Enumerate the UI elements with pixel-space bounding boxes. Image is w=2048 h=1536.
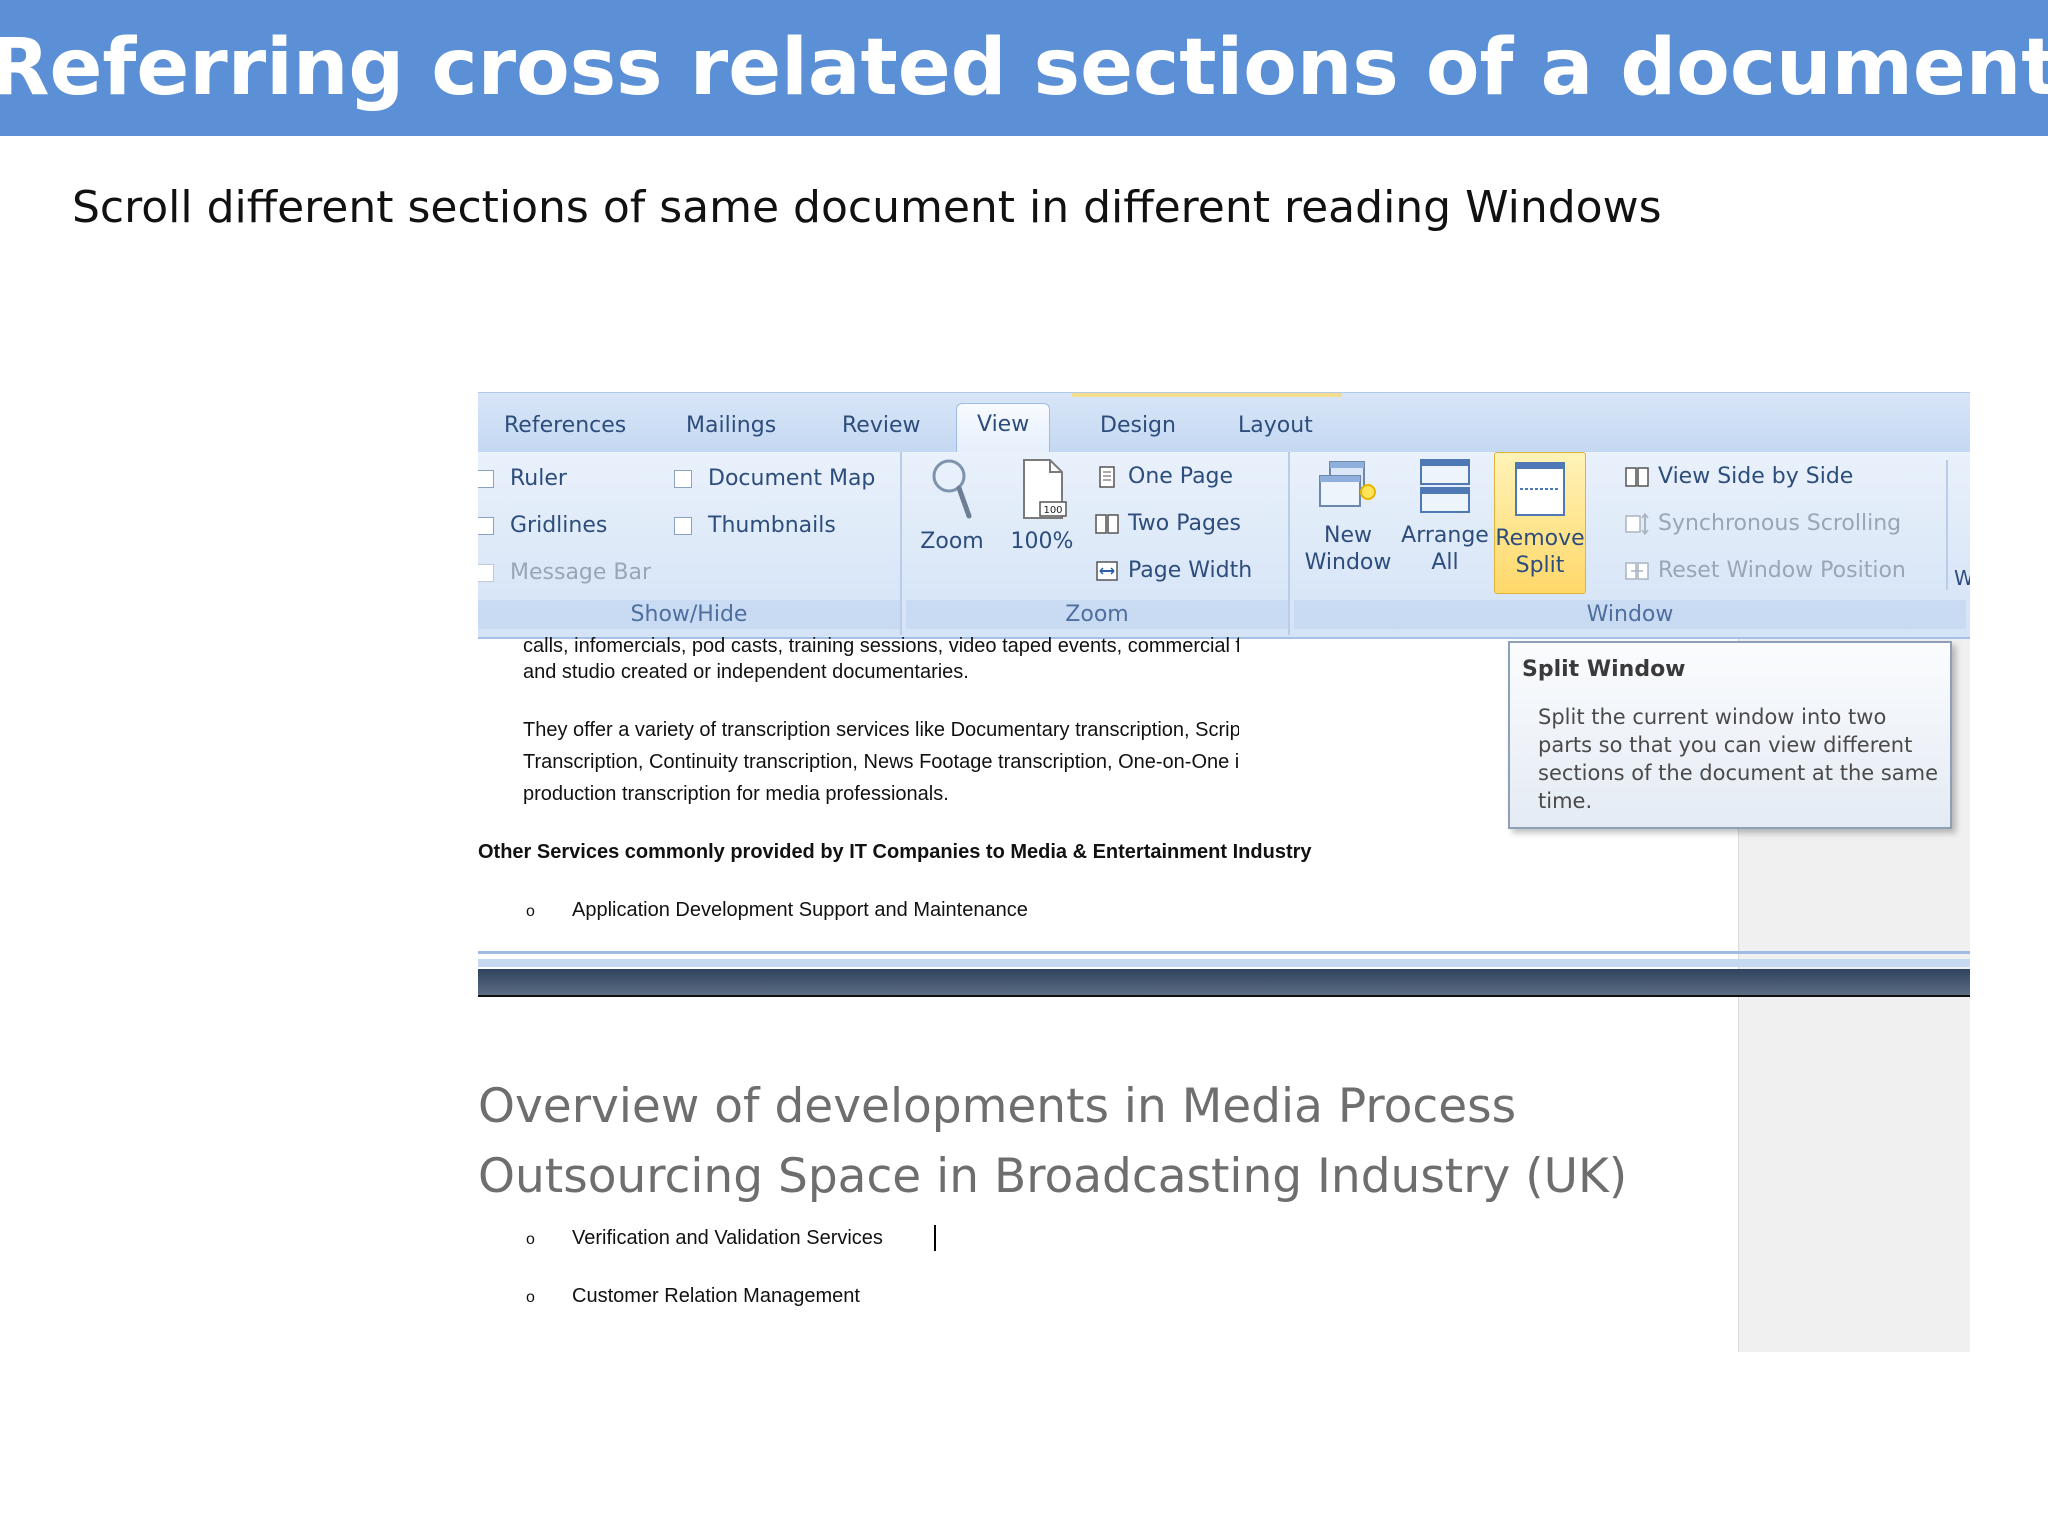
sync-scroll-icon: [1624, 512, 1650, 536]
side-by-side-icon: [1624, 465, 1650, 489]
new-window-icon: [1319, 461, 1376, 507]
page-width-icon: [1094, 559, 1120, 583]
document-map-label: Document Map: [708, 466, 876, 491]
new-window-label-2: Window: [1304, 550, 1392, 575]
two-pages-icon: [1094, 512, 1120, 536]
tooltip-body: Split the current window into two parts …: [1538, 705, 1939, 813]
reset-window-position-button[interactable]: Reset Window Position: [1624, 558, 1906, 583]
new-window-label-1: New: [1324, 523, 1372, 548]
two-pages-button[interactable]: Two Pages: [1094, 511, 1241, 536]
remove-split-label-1: Remove: [1495, 526, 1585, 551]
bullet-marker: o: [526, 1289, 535, 1306]
group-window: New Window Arrange All Remove Split View…: [1294, 452, 1970, 635]
checkbox-icon: [478, 469, 494, 488]
ruler-label: Ruler: [510, 466, 567, 491]
one-page-icon: [1094, 465, 1120, 489]
slide-subtitle: Scroll different sections of same docume…: [72, 182, 1662, 233]
synchronous-scrolling-label: Synchronous Scrolling: [1658, 511, 1902, 536]
message-bar-label: Message Bar: [510, 560, 652, 585]
tooltip-title: Split Window: [1522, 657, 1686, 682]
bullet-marker: o: [526, 1231, 535, 1248]
split-window-tooltip: Split Window Split the current window in…: [1508, 641, 1952, 829]
tab-mailings[interactable]: Mailings: [686, 413, 776, 438]
doc-heading-line-2: Outsourcing Space in Broadcasting Indust…: [478, 1149, 1628, 1204]
checkbox-icon: [674, 516, 692, 535]
doc-line-1: calls, infomercials, pod casts, training…: [523, 635, 1239, 657]
ribbon-tab-bar: References Mailings Review View Design L…: [478, 392, 1970, 453]
synchronous-scrolling-button[interactable]: Synchronous Scrolling: [1624, 511, 1901, 536]
bullet-marker: o: [526, 903, 535, 920]
list-item-app-dev: Application Development Support and Main…: [572, 899, 1028, 921]
show-hide-group-label: Show/Hide: [478, 600, 900, 629]
gridlines-label: Gridlines: [510, 513, 608, 538]
zoom-100-label: 100%: [1010, 529, 1074, 554]
checkbox-icon: [478, 563, 494, 582]
window-group-divider: [1946, 460, 1948, 590]
page-width-button[interactable]: Page Width: [1094, 558, 1252, 583]
magnifier-icon: [932, 459, 972, 519]
doc-bold-heading: Other Services commonly provided by IT C…: [478, 841, 1312, 863]
split-bar-light[interactable]: [478, 959, 1970, 967]
zoom-100-button[interactable]: 100 100%: [1006, 456, 1078, 555]
slide-title: Referring cross related sections of a do…: [0, 23, 2048, 113]
thumbnails-checkbox[interactable]: Thumbnails: [674, 513, 836, 538]
text-cursor: [934, 1225, 936, 1251]
ruler-checkbox[interactable]: Ruler: [478, 466, 567, 491]
message-bar-checkbox[interactable]: Message Bar: [478, 560, 651, 585]
reset-window-icon: [1624, 559, 1650, 583]
checkbox-icon: [478, 516, 494, 535]
one-page-label: One Page: [1128, 464, 1234, 489]
group-show-hide: Ruler Gridlines Message Bar Document Map…: [478, 452, 902, 635]
list-item-verification: Verification and Validation Services: [572, 1227, 883, 1249]
page-100-icon-text: 100: [1043, 505, 1062, 516]
slide-header: Referring cross related sections of a do…: [0, 0, 2048, 136]
group-zoom: Zoom 100 100% One Page Two Pages Page Wi…: [906, 452, 1290, 635]
arrange-all-label-1: Arrange: [1401, 523, 1489, 548]
split-bar-handle[interactable]: [478, 969, 1970, 997]
arrange-all-button[interactable]: Arrange All: [1400, 456, 1490, 576]
one-page-button[interactable]: One Page: [1094, 464, 1233, 489]
arrange-all-icon: [1420, 459, 1470, 513]
page-100-icon: 100: [1023, 459, 1067, 519]
doc-heading-line-1: Overview of developments in Media Proces…: [478, 1079, 1517, 1134]
tab-references[interactable]: References: [504, 413, 626, 438]
zoom-group-label: Zoom: [906, 600, 1288, 629]
remove-split-label-2: Split: [1515, 553, 1565, 578]
checkbox-icon: [674, 469, 692, 488]
doc-para2-line-1: They offer a variety of transcription se…: [523, 719, 1239, 741]
switch-windows-button-partial[interactable]: W: [1954, 566, 1970, 590]
zoom-button-label: Zoom: [920, 529, 984, 554]
view-side-by-side-label: View Side by Side: [1658, 464, 1854, 489]
view-side-by-side-button[interactable]: View Side by Side: [1624, 464, 1853, 489]
document-area[interactable]: calls, infomercials, pod casts, training…: [478, 635, 1970, 1352]
gridlines-checkbox[interactable]: Gridlines: [478, 513, 607, 538]
tab-review[interactable]: Review: [842, 413, 921, 438]
new-window-button[interactable]: New Window: [1298, 456, 1398, 576]
arrange-all-label-2: All: [1431, 550, 1459, 575]
doc-para2-line-2: Transcription, Continuity transcription,…: [523, 751, 1239, 773]
ribbon-view-panel: Ruler Gridlines Message Bar Document Map…: [478, 452, 1970, 639]
word-screenshot: References Mailings Review View Design L…: [478, 392, 1970, 1352]
list-item-crm: Customer Relation Management: [572, 1285, 860, 1307]
reset-window-position-label: Reset Window Position: [1658, 558, 1906, 583]
page-width-label: Page Width: [1128, 558, 1253, 583]
window-group-label: Window: [1294, 600, 1966, 629]
thumbnails-label: Thumbnails: [708, 513, 836, 538]
remove-split-icon: [1515, 462, 1565, 516]
remove-split-button[interactable]: Remove Split: [1494, 452, 1586, 594]
doc-line-2: and studio created or independent docume…: [523, 661, 969, 683]
document-map-checkbox[interactable]: Document Map: [674, 466, 875, 491]
doc-para2-line-3: production transcription for media profe…: [523, 783, 949, 805]
tab-design[interactable]: Design: [1100, 413, 1176, 438]
tab-layout[interactable]: Layout: [1238, 413, 1313, 438]
tab-view[interactable]: View: [956, 403, 1051, 453]
zoom-button[interactable]: Zoom: [916, 456, 988, 555]
two-pages-label: Two Pages: [1128, 511, 1241, 536]
split-line-top: [478, 951, 1970, 954]
